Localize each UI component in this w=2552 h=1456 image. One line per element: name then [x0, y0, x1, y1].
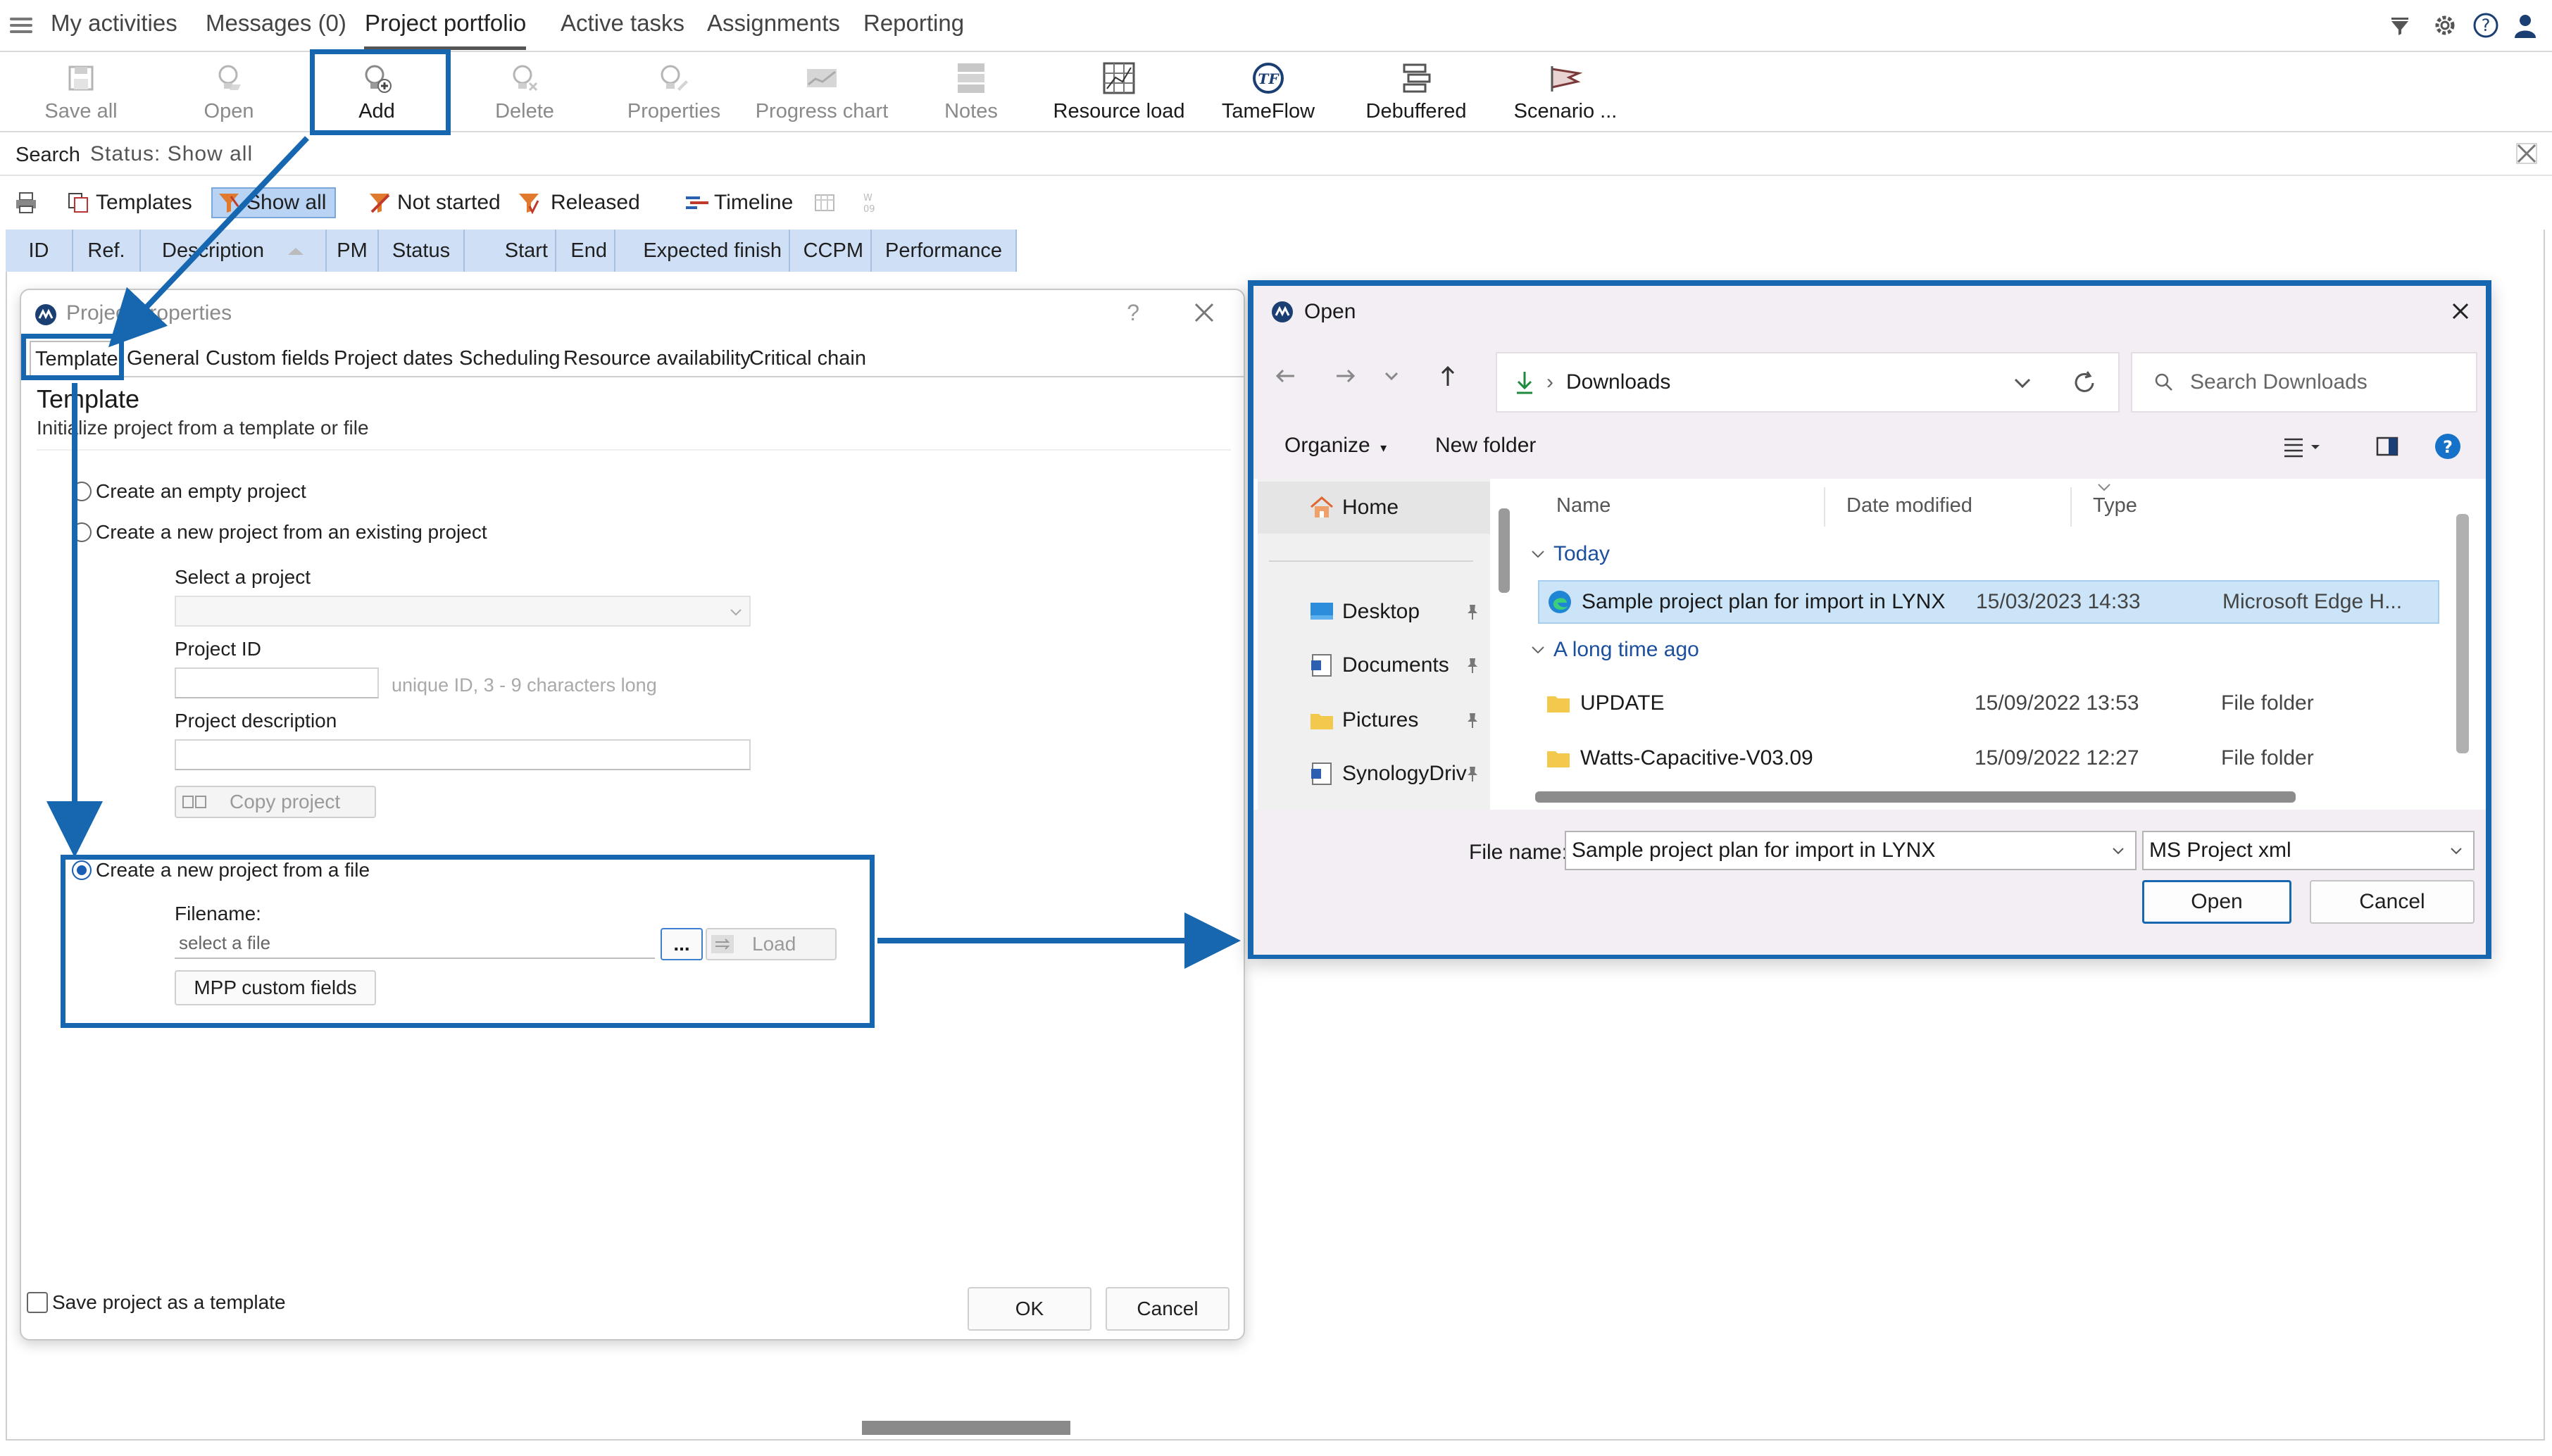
back-arrow-icon[interactable] — [1272, 362, 1300, 390]
file-name-cell: Sample project plan for import in LYNX — [1546, 589, 1945, 615]
search-icon — [2153, 372, 2175, 393]
chevron-down-icon[interactable] — [2448, 842, 2465, 859]
nav-desktop-label: Desktop — [1342, 600, 1420, 623]
nav-divider — [1269, 560, 1473, 562]
col-date-modified[interactable]: Date modified — [1846, 494, 1972, 517]
file-name-cell: Watts-Capacitive-V03.09 — [1545, 745, 1813, 772]
col-separator — [1824, 487, 1825, 527]
od-footer: File name: Sample project plan for impor… — [1253, 810, 2486, 955]
file-name: Sample project plan for import in LYNX — [1582, 590, 1946, 613]
help-icon[interactable]: ? — [2432, 431, 2463, 462]
od-command-bar: Organize ▾ New folder ? — [1253, 415, 2486, 479]
address-text: Downloads — [1566, 370, 1671, 394]
od-navigation-bar: › Downloads Search Downloads — [1253, 338, 2486, 415]
nav-desktop[interactable]: Desktop — [1258, 586, 1490, 638]
up-arrow-icon[interactable] — [1434, 362, 1462, 390]
folder-icon — [1545, 745, 1572, 772]
file-name: Watts-Capacitive-V03.09 — [1580, 746, 1813, 770]
refresh-icon[interactable] — [2069, 368, 2100, 398]
group-long-ago-label: A long time ago — [1553, 638, 1699, 661]
sort-chevron-icon — [2096, 482, 2113, 493]
breadcrumb-separator-icon: › — [1546, 370, 1553, 394]
desktop-icon — [1308, 598, 1335, 625]
file-name: UPDATE — [1580, 691, 1665, 715]
nav-documents-label: Documents — [1342, 653, 1449, 677]
file-list: Name Date modified Type Today Sample pro… — [1518, 479, 2487, 810]
address-bar[interactable]: › Downloads — [1496, 352, 2120, 413]
address-dropdown-chevron-icon[interactable] — [2010, 370, 2035, 396]
file-type: File folder — [2221, 691, 2314, 715]
group-collapse-icon — [1530, 546, 1546, 563]
folder-icon — [1545, 690, 1572, 717]
search-placeholder: Search Downloads — [2190, 370, 2368, 394]
file-name-input[interactable]: Sample project plan for import in LYNX — [1565, 831, 2137, 870]
pin-icon — [1463, 711, 1482, 729]
pin-icon — [1463, 656, 1482, 674]
app-logo-icon — [1270, 300, 1294, 324]
downloads-icon — [1513, 369, 1537, 396]
pin-icon — [1463, 603, 1482, 621]
group-long-time-ago[interactable]: A long time ago — [1530, 638, 1699, 662]
nav-home-label: Home — [1342, 496, 1399, 519]
file-name-value: Sample project plan for import in LYNX — [1572, 839, 1936, 862]
file-name-label: File name: — [1469, 841, 1568, 864]
pin-icon — [1463, 765, 1482, 783]
group-collapse-icon — [1530, 641, 1546, 658]
od-cancel-button[interactable]: Cancel — [2310, 880, 2475, 924]
open-button[interactable]: Open — [2142, 880, 2291, 924]
organize-label: Organize — [1284, 434, 1370, 457]
file-type-select[interactable]: MS Project xml — [2142, 831, 2475, 870]
file-date: 15/03/2023 14:33 — [1976, 590, 2141, 613]
col-type[interactable]: Type — [2093, 494, 2137, 517]
file-list-horizontal-scrollbar[interactable] — [1535, 791, 2296, 803]
folder-row[interactable]: Watts-Capacitive-V03.09 15/09/2022 12:27… — [1538, 736, 2439, 780]
pictures-icon — [1308, 707, 1335, 734]
file-type: File folder — [2221, 746, 2314, 770]
organize-caret-icon: ▾ — [1380, 441, 1387, 455]
file-row[interactable]: Sample project plan for import in LYNX 1… — [1538, 580, 2439, 624]
nav-documents[interactable]: Documents — [1258, 639, 1490, 691]
chevron-down-icon[interactable] — [2110, 842, 2127, 859]
nav-home[interactable]: Home — [1258, 482, 1490, 534]
file-type-value: MS Project xml — [2149, 839, 2291, 862]
od-dialog-title: Open — [1304, 300, 1356, 323]
od-close-icon[interactable] — [2445, 296, 2476, 327]
file-date: 15/09/2022 12:27 — [1975, 746, 2139, 770]
preview-pane-icon[interactable] — [2373, 432, 2401, 460]
nav-pictures[interactable]: Pictures — [1258, 694, 1490, 746]
col-name[interactable]: Name — [1556, 494, 1610, 517]
od-titlebar: Open — [1253, 286, 2486, 338]
view-options-icon[interactable] — [2280, 432, 2325, 460]
recent-locations-chevron-icon[interactable] — [1377, 362, 1406, 390]
file-type: Microsoft Edge H... — [2222, 590, 2403, 613]
od-body: Home Desktop Documents Pictures Synology… — [1253, 479, 2486, 810]
file-date: 15/09/2022 13:53 — [1975, 691, 2139, 715]
nav-pane-scrollbar[interactable] — [1499, 508, 1510, 593]
navigation-pane: Home Desktop Documents Pictures Synology… — [1258, 479, 1510, 810]
nav-synology-drive[interactable]: SynologyDriv — [1258, 748, 1490, 800]
col-separator — [2070, 487, 2072, 527]
group-today[interactable]: Today — [1530, 542, 1610, 566]
nav-synology-label: SynologyDriv — [1342, 762, 1467, 785]
folder-row[interactable]: UPDATE 15/09/2022 13:53 File folder — [1538, 682, 2439, 725]
edge-icon — [1546, 589, 1573, 615]
open-file-dialog: Open › Downloads Search Downloads Organi… — [1248, 280, 2491, 959]
synology-drive-icon — [1308, 760, 1335, 787]
file-name-cell: UPDATE — [1545, 690, 1664, 717]
group-today-label: Today — [1553, 542, 1610, 565]
new-folder-button[interactable]: New folder — [1435, 434, 1536, 458]
svg-text:?: ? — [2443, 437, 2453, 457]
file-list-vertical-scrollbar[interactable] — [2456, 514, 2469, 753]
organize-button[interactable]: Organize ▾ — [1284, 434, 1387, 458]
search-downloads-input[interactable]: Search Downloads — [2131, 352, 2477, 413]
home-icon — [1308, 494, 1335, 521]
documents-icon — [1308, 652, 1335, 679]
forward-arrow-icon[interactable] — [1331, 362, 1359, 390]
nav-pictures-label: Pictures — [1342, 708, 1419, 732]
